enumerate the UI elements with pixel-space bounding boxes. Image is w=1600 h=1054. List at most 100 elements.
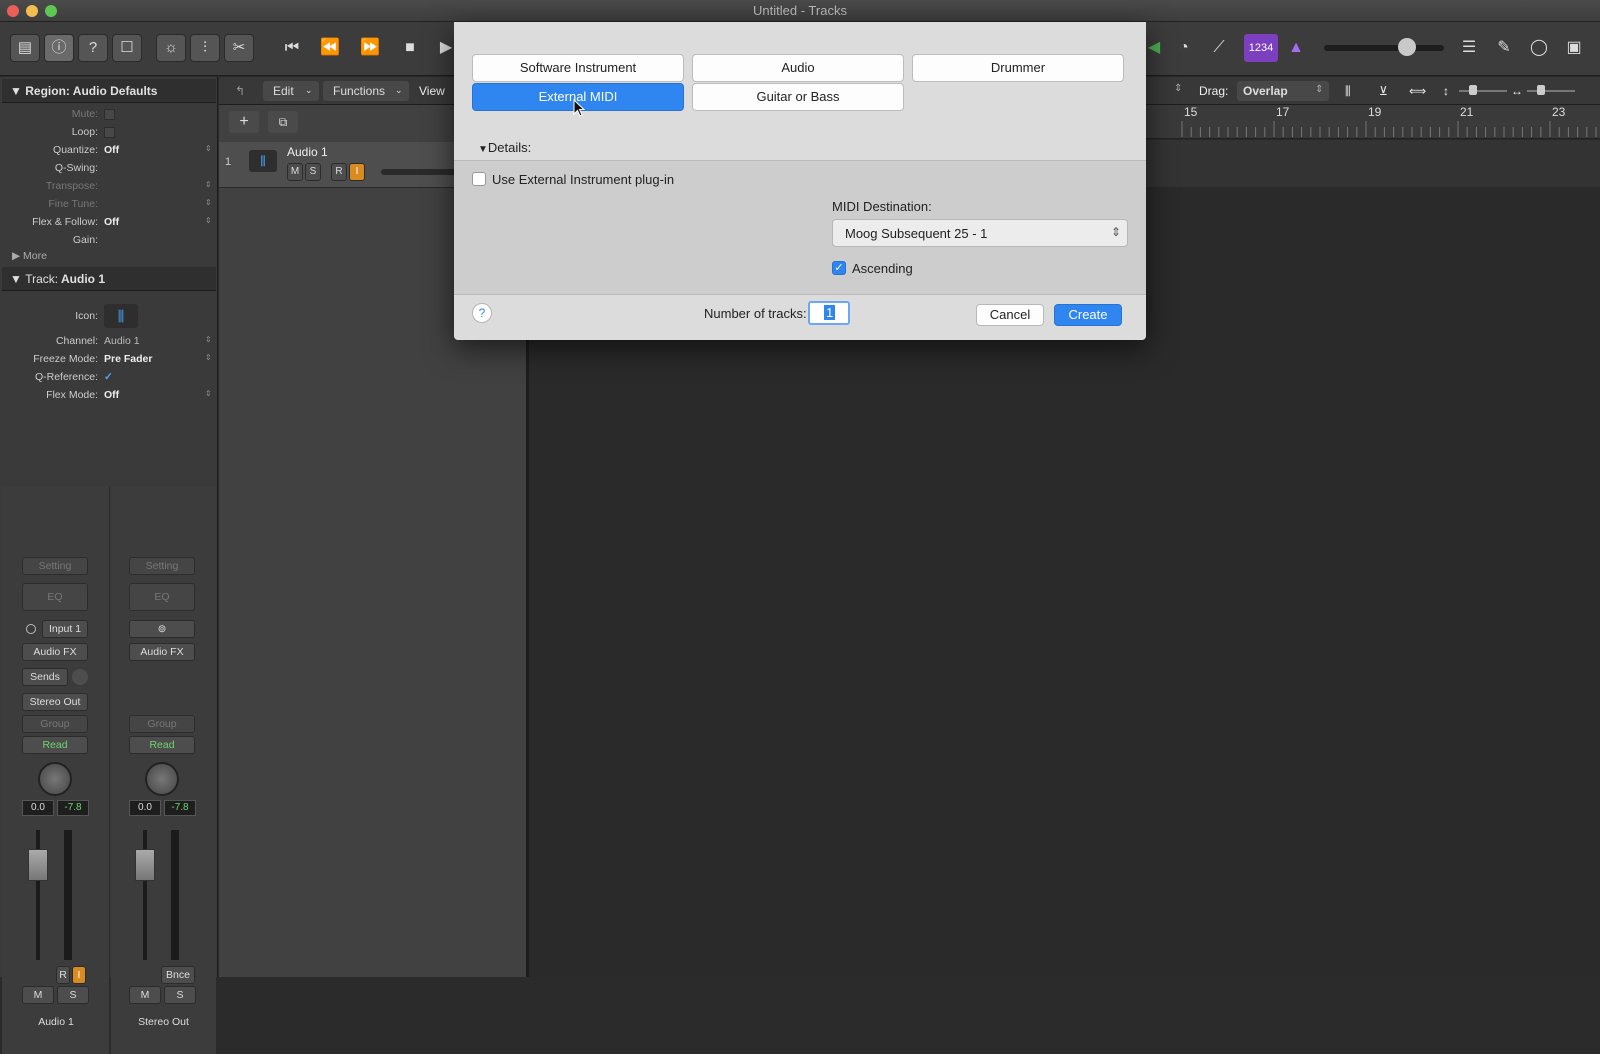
input-slot[interactable]: Input 1 [22,620,88,638]
cancel-button[interactable]: Cancel [976,304,1044,326]
inspector-button[interactable]: ⓘ [44,34,74,62]
waveform-icon[interactable]: ⫼ [249,150,277,172]
list-editors-button[interactable]: ☰ [1455,34,1483,62]
volume-fader[interactable] [28,849,48,881]
region-param-quantize[interactable]: Quantize: Off ⇕ [0,142,216,160]
volume-readout[interactable]: 0.0 [129,800,161,816]
forward-button[interactable]: ⏩ [356,34,384,62]
horizontal-fit-icon[interactable]: ⟺ [1409,84,1426,98]
track-solo-button[interactable]: S [305,163,321,181]
help-button[interactable]: ? [472,303,492,323]
region-param-mute[interactable]: Mute: [0,106,216,124]
rewind-button[interactable]: ⏪ [316,34,344,62]
channel-name[interactable]: Stereo Out [111,1016,216,1028]
solo-button[interactable]: S [57,986,89,1004]
solo-button[interactable]: S [164,986,196,1004]
quick-help-button[interactable]: ? [78,34,108,62]
vertical-zoom-slider[interactable] [1459,90,1507,92]
horizontal-zoom-thumb[interactable] [1537,85,1545,95]
stop-button[interactable]: ■ [396,34,424,62]
drag-mode-select[interactable]: Overlap ⇕ [1237,81,1329,101]
view-menu[interactable]: View [419,84,445,98]
number-of-tracks-field[interactable]: 1 [808,301,850,325]
duplicate-track-button[interactable]: ⧉ [268,111,298,133]
input-monitoring-button[interactable]: I [72,966,86,984]
edit-menu[interactable]: Edit ⌄ [263,81,319,101]
horizontal-zoom-icon[interactable]: ↔ [1511,84,1523,98]
track-param-freeze[interactable]: Freeze Mode: Pre Fader ⇕ [0,351,216,369]
back-arrow-icon[interactable]: ↰ [235,84,245,98]
audio-fx-slot[interactable]: Audio FX [129,643,195,661]
add-track-button[interactable]: + [229,111,259,133]
audio-option[interactable]: Audio [692,54,904,82]
cpu-meter-button[interactable]: ◔ [1170,34,1198,62]
more-disclosure[interactable]: ▶ More [12,250,47,262]
vertical-fit-icon[interactable]: ⊻ [1379,84,1388,98]
go-to-beginning-button[interactable]: ⏮ [278,34,306,62]
drummer-option[interactable]: Drummer [912,54,1124,82]
stepper-icon[interactable]: ⇕ [1174,83,1182,94]
vertical-zoom-thumb[interactable] [1469,85,1477,95]
ascending-checkbox[interactable]: ✓ [832,261,846,275]
volume-readout[interactable]: 0.0 [22,800,54,816]
note-pads-button[interactable]: ✎ [1490,34,1518,62]
toolbar-button[interactable]: ☐ [112,34,142,62]
guitar-or-bass-option[interactable]: Guitar or Bass [692,83,904,111]
region-inspector-header[interactable]: ▼ Region: Audio Defaults [2,79,216,103]
region-param-qswing[interactable]: Q-Swing: [0,160,216,178]
mute-button[interactable]: M [129,986,161,1004]
mixer-button[interactable]: ⫶ [190,34,220,62]
region-param-gain[interactable]: Gain: [0,232,216,250]
setting-button[interactable]: Setting [22,557,88,575]
loop-browser-button[interactable]: ◯ [1525,34,1553,62]
use-plugin-checkbox[interactable] [472,172,486,186]
group-slot[interactable]: Group [129,715,195,733]
track-name[interactable]: Audio 1 [287,145,328,159]
track-param-qreference[interactable]: Q-Reference: ✓ [0,369,216,387]
browsers-button[interactable]: ▣ [1560,34,1588,62]
track-lane[interactable] [1140,140,1600,188]
waveform-icon[interactable]: ⫼ [104,304,138,328]
eq-button[interactable]: EQ [22,583,88,611]
count-in-lcd[interactable]: 1234 [1244,34,1278,62]
functions-menu[interactable]: Functions ⌄ [323,81,409,101]
mute-checkbox[interactable] [104,109,115,120]
qreference-check-icon[interactable]: ✓ [104,371,113,383]
region-param-finetune[interactable]: Fine Tune: ⇕ [0,196,216,214]
stereo-link-button[interactable]: ⊚ [129,620,195,638]
master-volume-thumb[interactable] [1398,38,1416,56]
smart-controls-button[interactable]: ☼ [156,34,186,62]
create-button[interactable]: Create [1054,304,1122,326]
pan-knob[interactable] [145,762,179,796]
volume-fader[interactable] [135,849,155,881]
record-enable-button[interactable]: R [56,966,70,984]
track-param-flex-mode[interactable]: Flex Mode: Off ⇕ [0,387,216,405]
library-button[interactable]: ▤ [10,34,40,62]
pan-knob[interactable] [38,762,72,796]
eq-button[interactable]: EQ [129,583,195,611]
waveform-zoom-icon[interactable]: ⫼ [1345,84,1351,99]
audio-fx-slot[interactable]: Audio FX [22,643,88,661]
automation-mode-button[interactable]: Read [129,736,195,754]
setting-button[interactable]: Setting [129,557,195,575]
group-slot[interactable]: Group [22,715,88,733]
track-inspector-header[interactable]: ▼ Track: Audio 1 [2,267,216,291]
mute-button[interactable]: M [22,986,54,1004]
region-param-loop[interactable]: Loop: [0,124,216,142]
track-mute-button[interactable]: M [287,163,303,181]
channel-name[interactable]: Audio 1 [2,1016,110,1028]
input-format-icon[interactable] [26,624,36,634]
track-input-monitor-button[interactable]: I [349,163,365,181]
midi-destination-select[interactable]: Moog Subsequent 25 - 1 ⇕ [832,219,1128,247]
software-instrument-option[interactable]: Software Instrument [472,54,684,82]
vertical-zoom-icon[interactable]: ↕ [1443,84,1449,98]
automation-mode-button[interactable]: Read [22,736,88,754]
output-slot[interactable]: Stereo Out [22,693,88,711]
track-record-button[interactable]: R [331,163,347,181]
send-knob[interactable] [72,669,88,685]
timeline-ruler[interactable]: 15 17 19 21 23 [1140,105,1600,139]
metronome-button[interactable]: ▲ [1282,34,1310,62]
region-param-transpose[interactable]: Transpose: ⇕ [0,178,216,196]
input-button[interactable]: Input 1 [42,620,88,638]
editors-button[interactable]: ✂ [224,34,254,62]
